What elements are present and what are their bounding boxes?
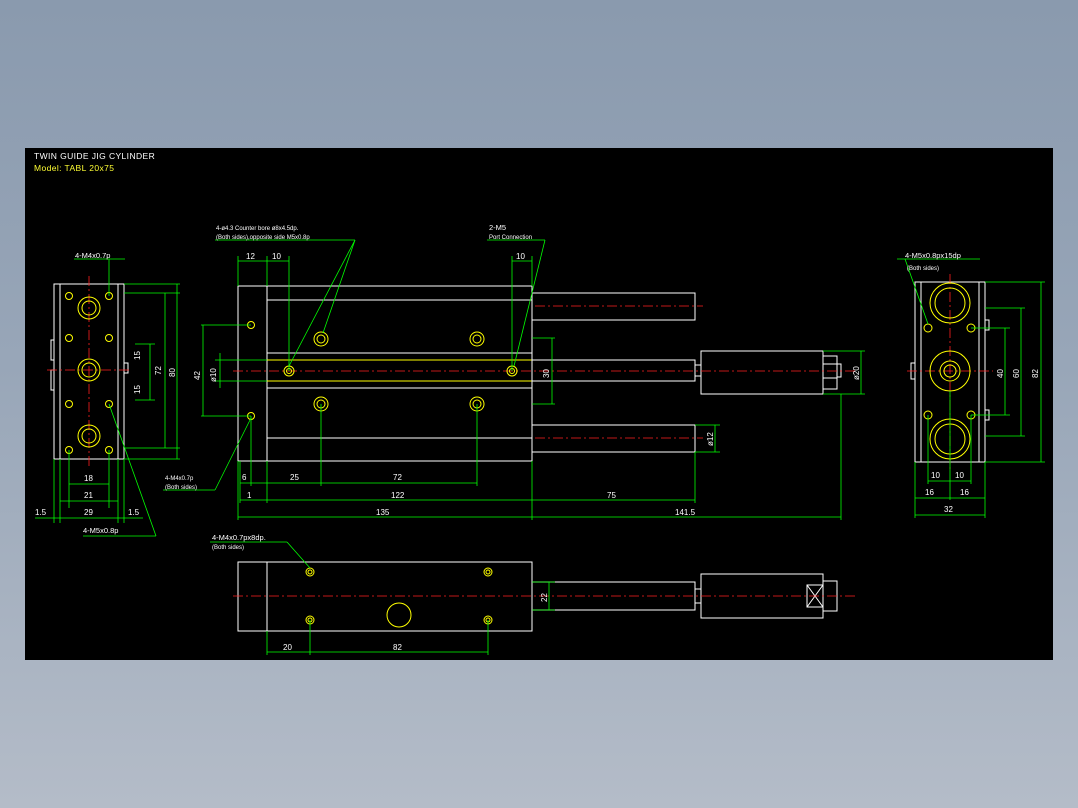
dim-42: 42: [193, 371, 202, 380]
dim-16a: 16: [925, 488, 934, 497]
dim-6: 6: [242, 473, 247, 482]
side-thread-note: (Both sides): [165, 485, 197, 491]
counter-bore-note: (Both sides),opposite side M5x0.8p: [216, 235, 310, 241]
port-note: Port Connection: [489, 235, 532, 241]
dim-phi20: ø20: [852, 366, 861, 380]
right-thread-note: (Both sides): [907, 266, 939, 272]
front-view: [163, 239, 865, 520]
dim-32: 32: [944, 505, 953, 514]
cad-drawing-area[interactable]: TWIN GUIDE JIG CYLINDER Model: TABL 20x7…: [25, 148, 1053, 660]
dim-40: 40: [996, 369, 1005, 378]
dim-25: 25: [290, 473, 299, 482]
bottom-thread-note: (Both sides): [212, 545, 244, 551]
counter-bore-label: 4-ø4.3 Counter bore ø8x4.5dp.: [216, 226, 299, 232]
dim-1-5-right: 1.5: [128, 508, 140, 517]
left-bottom-thread-label: 4-M5x0.8p: [83, 526, 118, 535]
dim-10a: 10: [272, 252, 281, 261]
dim-29: 29: [84, 508, 93, 517]
dim-141-5: 141.5: [675, 508, 696, 517]
dim-82-bottom: 82: [393, 643, 402, 652]
dim-1-5-left: 1.5: [35, 508, 47, 517]
dim-10-right-b: 10: [955, 471, 964, 480]
dim-75: 75: [607, 491, 616, 500]
left-top-thread-label: 4-M4x0.7p: [75, 251, 110, 260]
dim-122: 122: [391, 491, 405, 500]
bottom-thread-label: 4-M4x0.7px8dp.: [212, 533, 266, 542]
dim-15a: 15: [133, 351, 142, 360]
left-end-view: [35, 258, 180, 537]
drawing-svg: 4-M4x0.7p 15 15 72 80 18 21 29 1.5 1.5 4…: [35, 223, 1045, 655]
dim-phi12: ø12: [706, 432, 715, 446]
dim-72-left: 72: [154, 366, 163, 375]
bottom-view: [210, 541, 855, 655]
dim-135: 135: [376, 508, 390, 517]
dim-10b: 10: [516, 252, 525, 261]
dim-10-right-a: 10: [931, 471, 940, 480]
right-end-view: [897, 258, 1045, 518]
port-label: 2-M5: [489, 223, 506, 232]
dim-22: 22: [540, 593, 549, 602]
dim-80: 80: [168, 368, 177, 377]
dim-60: 60: [1012, 369, 1021, 378]
dim-15b: 15: [133, 385, 142, 394]
dim-12: 12: [246, 252, 255, 261]
dim-1: 1: [247, 491, 252, 500]
side-thread-label: 4-M4x0.7p: [165, 476, 194, 482]
dim-30: 30: [542, 369, 551, 378]
dim-20: 20: [283, 643, 292, 652]
dim-21: 21: [84, 491, 93, 500]
dim-82-right: 82: [1031, 369, 1040, 378]
dim-18: 18: [84, 474, 93, 483]
right-thread-label: 4-M5x0.8px15dp: [905, 251, 961, 260]
dim-16b: 16: [960, 488, 969, 497]
dim-72-front: 72: [393, 473, 402, 482]
dim-phi10: ø10: [209, 368, 218, 382]
